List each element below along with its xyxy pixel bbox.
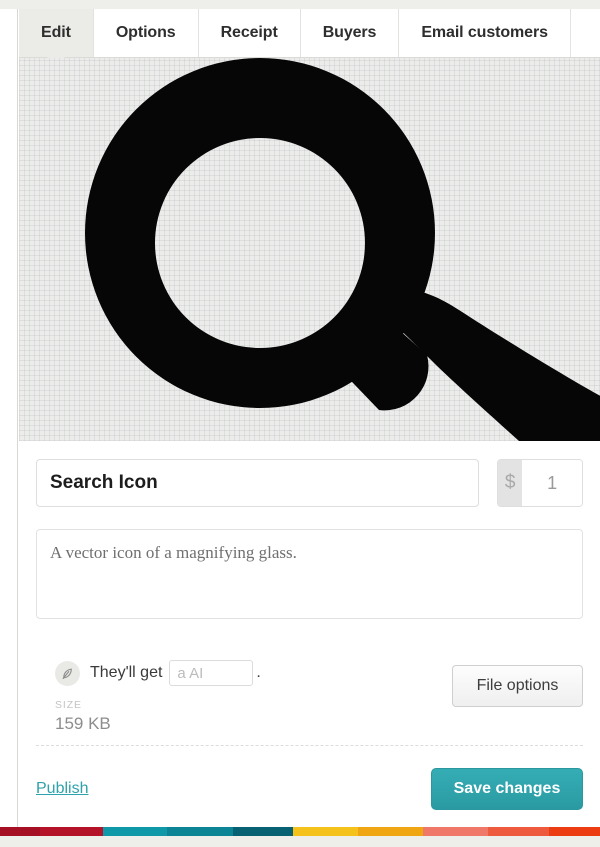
- stripe-segment-coral: [488, 827, 549, 836]
- window-top-strip: [0, 0, 600, 9]
- tab-buyers[interactable]: Buyers: [300, 9, 400, 57]
- product-preview-area[interactable]: [19, 58, 600, 441]
- tab-email-customers[interactable]: Email customers: [399, 9, 571, 57]
- publish-link[interactable]: Publish: [36, 780, 88, 798]
- tab-email-customers-label: Email customers: [421, 24, 548, 41]
- file-size-block: SIZE 159 KB: [55, 699, 111, 734]
- left-gutter: [0, 9, 18, 827]
- magnifying-glass-icon: [85, 58, 600, 441]
- product-description-input[interactable]: A vector icon of a magnifying glass.: [36, 529, 583, 619]
- form-footer: Publish Save changes: [36, 765, 583, 813]
- file-size-label: SIZE: [55, 699, 82, 711]
- delivery-period: .: [256, 664, 261, 681]
- product-edit-page: Edit Options Receipt Buyers Email custom…: [0, 0, 600, 847]
- stripe-segment-red-orange: [549, 827, 600, 836]
- save-changes-button[interactable]: Save changes: [431, 768, 583, 810]
- tab-receipt[interactable]: Receipt: [198, 9, 301, 57]
- tab-edit-label: Edit: [41, 24, 71, 41]
- stripe-segment-crimson: [40, 827, 103, 836]
- stripe-segment-teal-mid: [167, 827, 233, 836]
- currency-symbol: $: [498, 460, 523, 506]
- footer-divider: [36, 745, 583, 746]
- stripe-segment-yellow: [293, 827, 358, 836]
- stripe-segment-salmon: [423, 827, 488, 836]
- description-wrapper: A vector icon of a magnifying glass.: [36, 529, 583, 619]
- product-title-input[interactable]: [36, 459, 479, 507]
- tab-bar: Edit Options Receipt Buyers Email custom…: [19, 9, 600, 66]
- delivery-row: They'll get .: [55, 659, 261, 687]
- delivery-quantity-input[interactable]: [169, 660, 254, 686]
- price-field-group[interactable]: $: [497, 459, 583, 507]
- stripe-segment-amber: [358, 827, 423, 836]
- leaf-icon: [55, 660, 80, 686]
- tab-options-label: Options: [115, 24, 176, 41]
- file-size-value: 159 KB: [55, 714, 111, 733]
- product-form-card: $ A vector icon of a magnifying glass. T…: [19, 441, 600, 827]
- bottom-color-stripe: [0, 827, 600, 847]
- title-price-row: $: [36, 459, 583, 507]
- stripe-segment-teal-dark: [233, 827, 293, 836]
- tab-edit[interactable]: Edit: [19, 9, 94, 66]
- delivery-label: They'll get: [90, 664, 163, 681]
- product-price-input[interactable]: [522, 460, 582, 506]
- stripe-segment-dark-red: [0, 827, 40, 836]
- tab-options[interactable]: Options: [93, 9, 199, 57]
- file-options-button[interactable]: File options: [452, 665, 583, 707]
- tab-receipt-label: Receipt: [220, 24, 278, 41]
- stripe-segment-teal: [103, 827, 167, 836]
- tab-buyers-label: Buyers: [322, 24, 377, 41]
